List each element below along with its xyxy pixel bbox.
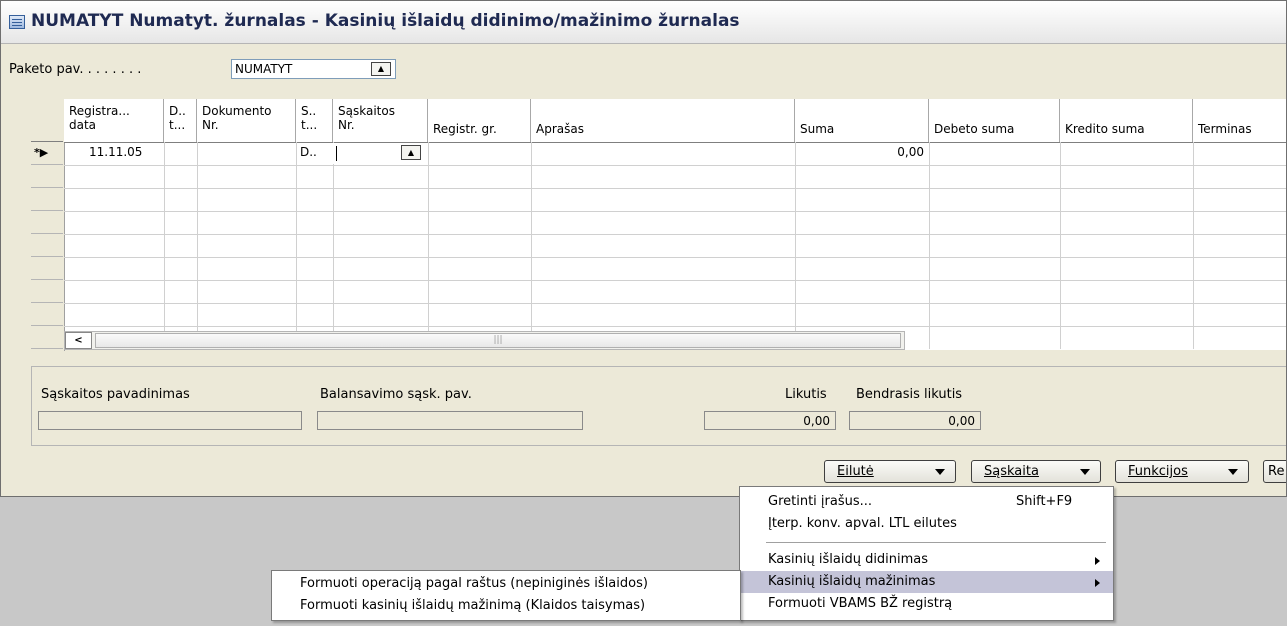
chevron-left-icon: < (74, 335, 83, 346)
row-selector[interactable] (31, 280, 63, 303)
up-arrow-icon: ▲ (377, 64, 385, 73)
col-credit-amount[interactable]: Kredito suma (1060, 99, 1193, 142)
batch-name-label: Paketo pav. . . . . . . . (9, 62, 142, 77)
col-divider (795, 142, 796, 349)
menu-item-vbams-register[interactable]: Formuoti VBAMS BŽ registrą (740, 593, 1113, 615)
batch-name-value: NUMATYT (235, 62, 293, 76)
balancing-account-label: Balansavimo sąsk. pav. (320, 387, 472, 402)
col-divider (164, 142, 165, 349)
submenu-item-form-operation[interactable]: Formuoti operaciją pagal raštus (nepinig… (272, 573, 740, 595)
row-selector[interactable] (31, 211, 63, 234)
horizontal-scrollbar[interactable]: < ||| (64, 331, 905, 350)
row-selector[interactable] (31, 234, 63, 257)
row-selector[interactable] (31, 165, 63, 188)
col-posting-date[interactable]: Registra... data (64, 99, 164, 142)
account-no-input[interactable]: ▲ (333, 143, 427, 164)
row-selector[interactable] (31, 257, 63, 280)
col-document-type[interactable]: D.. t... (164, 99, 197, 142)
total-balance-label: Bendrasis likutis (856, 387, 963, 402)
up-arrow-icon: ▲ (407, 148, 415, 157)
scroll-left-button[interactable]: < (65, 332, 92, 349)
submenu-arrow-icon (1095, 579, 1100, 587)
col-divider (1060, 142, 1061, 349)
menu-item-match-entries[interactable]: Gretinti įrašus... Shift+F9 (740, 491, 1113, 513)
row-divider (64, 257, 1286, 258)
header-divider (64, 142, 1286, 143)
row-divider (64, 188, 1286, 189)
row-divider (64, 326, 1286, 327)
row-divider (64, 303, 1286, 304)
grid-corner (31, 99, 63, 142)
line-menu-button[interactable]: Eilutė (824, 460, 956, 483)
title-bar[interactable]: NUMATYT Numatyt. žurnalas - Kasinių išla… (1, 1, 1286, 44)
col-account-no[interactable]: Sąskaitos Nr. (333, 99, 428, 142)
col-divider (531, 142, 532, 349)
lookup-button[interactable]: ▲ (371, 62, 391, 76)
row-divider (64, 280, 1286, 281)
col-divider (929, 142, 930, 349)
account-info-panel (31, 366, 1286, 446)
balancing-account-field (317, 411, 583, 430)
row-divider (64, 211, 1286, 212)
row-divider (64, 234, 1286, 235)
submenu-item-form-decrease[interactable]: Formuoti kasinių išlaidų mažinimą (Klaid… (272, 595, 740, 617)
grip-icon: ||| (493, 335, 503, 345)
account-lookup-button[interactable]: ▲ (401, 145, 421, 160)
window-title: NUMATYT Numatyt. žurnalas - Kasinių išla… (31, 11, 740, 31)
row-selector[interactable] (31, 303, 63, 326)
text-caret (336, 146, 337, 161)
functions-menu-button[interactable]: Funkcijos (1115, 460, 1249, 483)
menu-item-decrease-expenses[interactable]: Kasinių išlaidų mažinimas (740, 571, 1113, 593)
decrease-expenses-submenu: Formuoti operaciją pagal raštus (nepinig… (271, 570, 741, 621)
row-selector[interactable]: *▶ (31, 142, 63, 165)
menu-item-increase-expenses[interactable]: Kasinių išlaidų didinimas (740, 549, 1113, 571)
scroll-thumb[interactable]: ||| (95, 333, 901, 348)
row-selectors: *▶ (31, 99, 65, 351)
cell-amount[interactable]: 0,00 (869, 145, 924, 159)
row-selector[interactable] (31, 188, 63, 211)
col-description[interactable]: Aprašas (531, 99, 795, 142)
form-icon (9, 15, 25, 29)
dropdown-arrow-icon (1080, 469, 1090, 475)
journal-window: NUMATYT Numatyt. žurnalas - Kasinių išla… (0, 0, 1287, 497)
menu-separator (766, 542, 1106, 543)
col-due-date[interactable]: Terminas (1193, 99, 1286, 142)
cell-posting-date[interactable]: 11.11.05 (89, 145, 142, 159)
col-divider (197, 142, 198, 349)
row-divider (64, 165, 1286, 166)
dropdown-arrow-icon (1228, 469, 1238, 475)
functions-dropdown-menu: Gretinti įrašus... Shift+F9 Įterp. konv. … (739, 486, 1114, 621)
col-divider (428, 142, 429, 349)
col-amount[interactable]: Suma (795, 99, 929, 142)
shortcut-text: Shift+F9 (1016, 494, 1073, 509)
batch-name-field[interactable]: NUMATYT ▲ (231, 59, 396, 79)
menu-item-insert-rounding[interactable]: Įterp. konv. apval. LTL eilutes (740, 513, 1113, 535)
cell-account-type[interactable]: D.. (300, 145, 317, 159)
col-divider (333, 142, 334, 349)
row-selector[interactable] (31, 326, 63, 349)
col-account-type[interactable]: S.. t... (296, 99, 333, 142)
account-menu-button[interactable]: Sąskaita (971, 460, 1101, 483)
dropdown-arrow-icon (935, 469, 945, 475)
col-divider (296, 142, 297, 349)
col-debit-amount[interactable]: Debeto suma (929, 99, 1060, 142)
account-name-field (38, 411, 302, 430)
balance-label: Likutis (785, 387, 827, 402)
col-document-no[interactable]: Dokumento Nr. (197, 99, 296, 142)
col-divider (1193, 142, 1194, 349)
account-name-label: Sąskaitos pavadinimas (41, 387, 190, 402)
balance-field: 0,00 (704, 411, 836, 430)
col-posting-group[interactable]: Registr. gr. (428, 99, 531, 142)
register-button[interactable]: Re (1263, 460, 1286, 483)
submenu-arrow-icon (1095, 557, 1100, 565)
new-record-marker: *▶ (34, 146, 49, 159)
total-balance-field: 0,00 (849, 411, 981, 430)
